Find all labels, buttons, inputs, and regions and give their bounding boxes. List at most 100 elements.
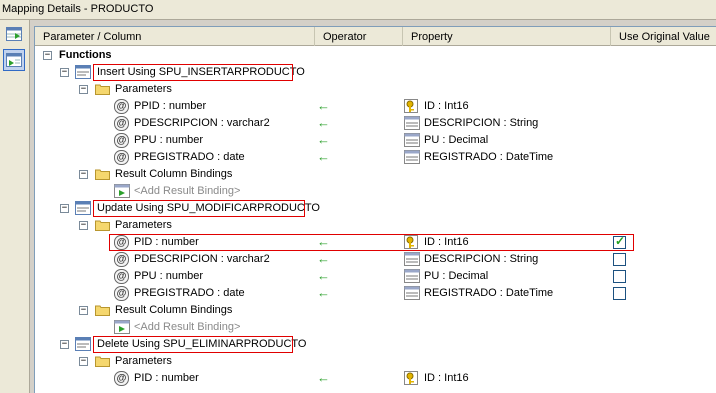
stored-procedure-icon [75,201,91,215]
parameter-name: PDESCRIPCION : varchar2 [134,253,270,265]
use-original-checkbox[interactable] [613,253,626,266]
operator-arrow-icon: ← [317,285,330,300]
column-header-property[interactable]: Property [403,27,611,46]
folder-icon [95,305,110,316]
stored-procedure-icon [75,65,91,79]
highlight-box [93,200,305,217]
sidebar [0,20,30,393]
mapping-grid: Parameter / Column Operator Property Use… [34,26,716,393]
function-mapping-icon[interactable] [3,49,25,71]
parameter-icon: @ [114,286,129,301]
parameter-row[interactable]: @ PDESCRIPCION : varchar2 ← DESCRIPCION … [35,251,716,268]
folder-icon [95,84,110,95]
tree-row-parameters[interactable]: − Parameters [35,217,716,234]
property-name[interactable]: ID : Int16 [424,372,469,384]
use-original-checkbox[interactable] [613,270,626,283]
operator-arrow-icon: ← [317,98,330,113]
property-icon [404,286,420,300]
collapse-icon[interactable]: − [43,51,52,60]
window-title: Mapping Details - PRODUCTO [0,0,716,20]
property-name[interactable]: REGISTRADO : DateTime [424,151,553,163]
property-icon [404,252,420,266]
operator-arrow-icon: ← [317,268,330,283]
parameter-row[interactable]: @ PID : number ← ID : Int16 [35,370,716,387]
parameter-icon: @ [114,99,129,114]
property-name[interactable]: REGISTRADO : DateTime [424,287,553,299]
parameter-icon: @ [114,269,129,284]
collapse-icon[interactable]: − [79,170,88,179]
property-name[interactable]: PU : Decimal [424,270,488,282]
parameter-name: PREGISTRADO : date [134,151,245,163]
parameter-icon: @ [114,371,129,386]
add-result-binding[interactable]: <Add Result Binding> [134,185,240,197]
highlight-box [93,336,293,353]
parameter-row[interactable]: @ PREGISTRADO : date ← REGISTRADO : Date… [35,149,716,166]
collapse-icon[interactable]: − [79,221,88,230]
property-name[interactable]: DESCRIPCION : String [424,253,538,265]
add-binding-icon [114,184,130,198]
key-property-icon [404,371,418,385]
add-binding-icon [114,320,130,334]
tree-row-result-bindings[interactable]: − Result Column Bindings [35,166,716,183]
folder-icon [95,169,110,180]
tree-row-parameters[interactable]: − Parameters [35,81,716,98]
parameter-name: PPU : number [134,270,204,282]
parameter-row[interactable]: @ PPU : number ← PU : Decimal [35,268,716,285]
add-result-binding-row[interactable]: <Add Result Binding> [35,183,716,200]
use-original-checkbox[interactable] [613,287,626,300]
operator-arrow-icon: ← [317,115,330,130]
collapse-icon[interactable]: − [60,204,69,213]
operator-arrow-icon: ← [317,370,330,385]
property-icon [404,133,420,147]
highlight-box [93,64,293,81]
parameter-name: PREGISTRADO : date [134,287,245,299]
parameter-name: PPU : number [134,134,204,146]
operator-arrow-icon: ← [317,149,330,164]
parameters-label: Parameters [115,219,172,231]
operator-arrow-icon: ← [317,251,330,266]
property-icon [404,269,420,283]
parameter-row[interactable]: @ PDESCRIPCION : varchar2 ← DESCRIPCION … [35,115,716,132]
property-name[interactable]: ID : Int16 [424,100,469,112]
tree-row-functions[interactable]: − Functions [35,47,716,64]
folder-icon [95,356,110,367]
parameters-label: Parameters [115,83,172,95]
property-name[interactable]: PU : Decimal [424,134,488,146]
parameter-icon: @ [114,133,129,148]
column-header-operator[interactable]: Operator [315,27,403,46]
grid-header: Parameter / Column Operator Property Use… [35,27,716,46]
property-icon [404,150,420,164]
collapse-icon[interactable]: − [60,340,69,349]
collapse-icon[interactable]: − [79,85,88,94]
parameter-row[interactable]: @ PPID : number ← ID : Int16 [35,98,716,115]
add-result-binding[interactable]: <Add Result Binding> [134,321,240,333]
collapse-icon[interactable]: − [79,306,88,315]
tree-row-result-bindings[interactable]: − Result Column Bindings [35,302,716,319]
folder-icon [95,220,110,231]
tree-row-parameters[interactable]: − Parameters [35,353,716,370]
result-bindings-label: Result Column Bindings [115,304,233,316]
stored-procedure-icon [75,337,91,351]
functions-label: Functions [59,49,112,61]
highlight-box [109,234,634,251]
table-mapping-icon[interactable] [3,23,25,45]
parameter-name: PID : number [134,372,199,384]
add-result-binding-row[interactable]: <Add Result Binding> [35,319,716,336]
operator-arrow-icon: ← [317,132,330,147]
column-header-use-original[interactable]: Use Original Value [611,27,716,46]
parameter-row[interactable]: @ PPU : number ← PU : Decimal [35,132,716,149]
key-property-icon [404,99,418,113]
parameter-icon: @ [114,150,129,165]
collapse-icon[interactable]: − [79,357,88,366]
parameter-row[interactable]: @ PREGISTRADO : date ← REGISTRADO : Date… [35,285,716,302]
parameter-icon: @ [114,116,129,131]
collapse-icon[interactable]: − [60,68,69,77]
parameter-icon: @ [114,252,129,267]
column-header-parameter[interactable]: Parameter / Column [35,27,315,46]
parameter-name: PDESCRIPCION : varchar2 [134,117,270,129]
result-bindings-label: Result Column Bindings [115,168,233,180]
property-icon [404,116,420,130]
property-name[interactable]: DESCRIPCION : String [424,117,538,129]
parameter-name: PPID : number [134,100,207,112]
parameters-label: Parameters [115,355,172,367]
